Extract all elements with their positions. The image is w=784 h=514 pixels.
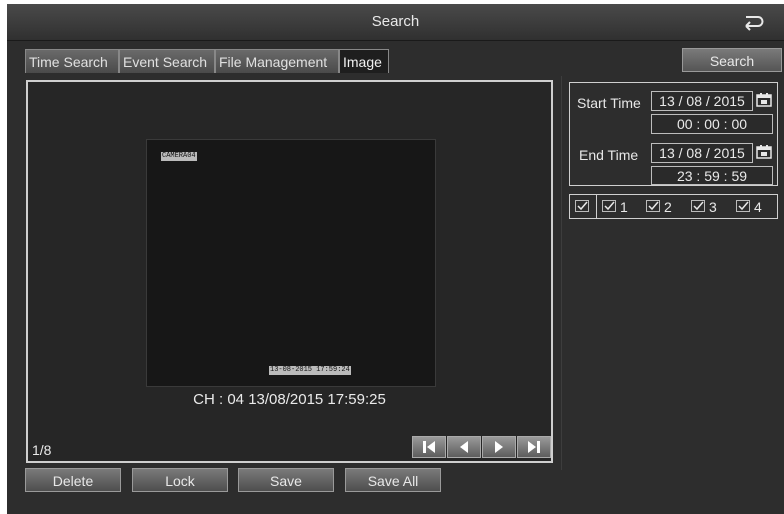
last-button[interactable] [517, 436, 551, 458]
check-icon [648, 201, 659, 211]
camera-overlay-label: CAMERA04 [161, 152, 197, 161]
end-time-field[interactable]: 23 : 59 : 59 [651, 166, 773, 185]
title-bar: Search [7, 4, 784, 41]
check-icon [604, 201, 615, 211]
channel-3-label: 3 [709, 199, 717, 215]
end-calendar-icon[interactable] [756, 145, 772, 159]
first-button[interactable] [412, 436, 446, 458]
skip-first-icon [423, 441, 435, 453]
tab-time-search[interactable]: Time Search [25, 49, 119, 73]
snapshot-preview[interactable]: CAMERA04 13-08-2015 17:59:24 [146, 139, 436, 387]
lock-button[interactable]: Lock [132, 468, 228, 492]
next-icon [495, 441, 503, 453]
all-channels-toggle[interactable] [570, 195, 597, 218]
previous-icon [460, 441, 468, 453]
channel-4-label: 4 [754, 199, 762, 215]
start-time-field[interactable]: 00 : 00 : 00 [651, 114, 773, 134]
channel-1-checkbox[interactable] [602, 200, 616, 212]
tab-file-management[interactable]: File Management [215, 49, 339, 73]
start-calendar-icon[interactable] [756, 93, 772, 107]
end-date-field[interactable]: 13 / 08 / 2015 [651, 143, 753, 163]
channel-4-checkbox[interactable] [736, 200, 750, 212]
check-icon [738, 201, 749, 211]
save-all-button[interactable]: Save All [345, 468, 441, 492]
image-viewer: CAMERA04 13-08-2015 17:59:24 CH : 04 13/… [26, 80, 553, 463]
search-button[interactable]: Search [682, 48, 782, 72]
channel-1-label: 1 [620, 199, 628, 215]
end-time-label: End Time [579, 147, 639, 163]
page-counter: 1/8 [32, 442, 52, 458]
channel-3-checkbox[interactable] [691, 200, 705, 212]
check-icon [577, 201, 588, 211]
divider [561, 76, 562, 470]
all-channels-checkbox[interactable] [575, 200, 589, 212]
channel-2-label: 2 [664, 199, 672, 215]
start-time-label: Start Time [577, 95, 641, 111]
channel-select-panel: 1 2 3 4 [569, 194, 778, 219]
time-range-panel: Start Time 13 / 08 / 2015 00 : 00 : 00 E… [569, 82, 778, 186]
window-title: Search [371, 13, 420, 30]
check-icon [693, 201, 704, 211]
tab-image[interactable]: Image [339, 49, 389, 73]
back-icon[interactable] [742, 12, 764, 32]
save-button[interactable]: Save [238, 468, 334, 492]
next-button[interactable] [482, 436, 516, 458]
delete-button[interactable]: Delete [25, 468, 121, 492]
skip-last-icon [528, 441, 540, 453]
search-window: Search Time Search Event Search File Man… [7, 4, 784, 514]
timestamp-overlay: 13-08-2015 17:59:24 [269, 366, 351, 375]
channel-2-checkbox[interactable] [646, 200, 660, 212]
tab-event-search[interactable]: Event Search [119, 49, 215, 73]
snapshot-info: CH : 04 13/08/2015 17:59:25 [193, 391, 386, 408]
start-date-field[interactable]: 13 / 08 / 2015 [651, 91, 753, 111]
previous-button[interactable] [447, 436, 481, 458]
